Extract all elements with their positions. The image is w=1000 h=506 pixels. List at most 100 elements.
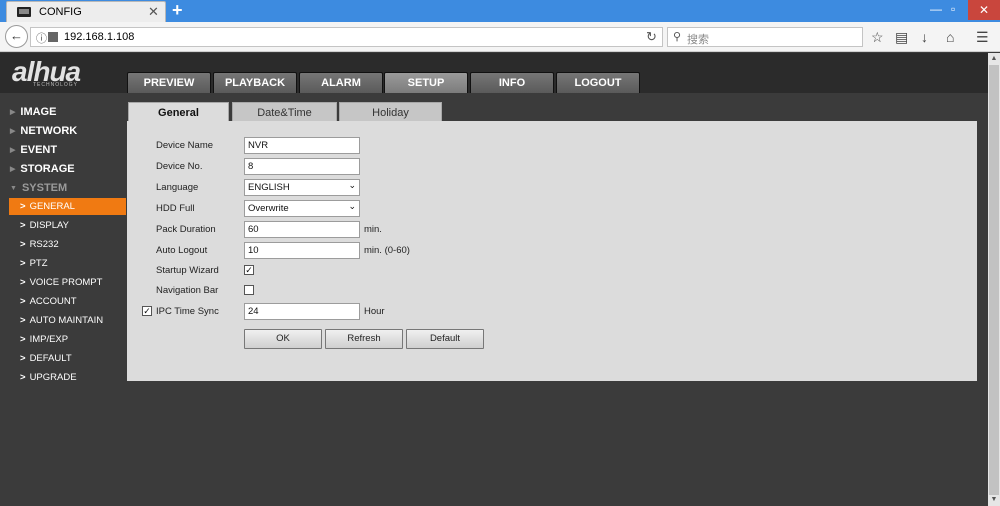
ok-button[interactable]: OK (244, 329, 322, 349)
sidebar-section-system[interactable]: ▼ SYSTEM (10, 182, 67, 198)
menu-tab-info[interactable]: INFO (470, 72, 554, 93)
language-label: Language (156, 182, 199, 193)
auto-logout-input[interactable]: 10 (244, 242, 360, 259)
scroll-up-icon[interactable]: ▲ (988, 53, 1000, 65)
sidebar-section-storage[interactable]: ▶ STORAGE (10, 163, 75, 179)
tab-holiday[interactable]: Holiday (339, 102, 442, 122)
hdd-full-select-value: Overwrite (248, 203, 289, 214)
menu-tab-playback[interactable]: PLAYBACK (213, 72, 297, 93)
menu-tab-preview[interactable]: PREVIEW (127, 72, 211, 93)
hdd-full-label: HDD Full (156, 203, 195, 214)
ipc-time-sync-label: IPC Time Sync (156, 306, 219, 317)
auto-logout-label: Auto Logout (156, 245, 208, 256)
navigation-bar-label: Navigation Bar (156, 285, 219, 296)
sidebar-section-image[interactable]: ▶ IMAGE (10, 106, 56, 122)
device-name-input[interactable]: NVR (244, 137, 360, 154)
chevron-right-icon: > (20, 372, 26, 383)
scroll-thumb[interactable] (989, 65, 999, 495)
general-settings-panel: Device Name NVR Device No. 8 Language EN… (127, 121, 977, 381)
home-icon[interactable]: ⌂ (946, 29, 954, 45)
maximize-icon[interactable]: ▫ (951, 2, 955, 16)
hdd-full-select[interactable]: Overwrite ⌄ (244, 200, 360, 217)
sidebar-section-event[interactable]: ▶ EVENT (10, 144, 57, 160)
camera-favicon-icon (17, 7, 31, 17)
sidebar-item-label: GENERAL (29, 201, 75, 212)
sidebar-item-rs232[interactable]: > RS232 (9, 236, 126, 253)
startup-wizard-label: Startup Wizard (156, 265, 219, 276)
sidebar-item-label: VOICE PROMPT (29, 277, 103, 288)
collapsed-triangle-icon: ▶ (10, 166, 16, 173)
window-close-icon[interactable]: ✕ (968, 0, 1000, 20)
chevron-right-icon: > (20, 201, 26, 212)
sidebar-item-default[interactable]: > DEFAULT (9, 350, 126, 367)
menu-tab-setup[interactable]: SETUP (384, 72, 468, 93)
tab-title: CONFIG (39, 6, 82, 18)
sidebar-section-label: SYSTEM (21, 182, 68, 194)
device-no-label: Device No. (156, 161, 203, 172)
download-icon[interactable]: ↓ (921, 29, 928, 45)
minimize-icon[interactable]: — (930, 2, 942, 16)
page-scrollbar[interactable]: ▲ ▼ (988, 53, 1000, 506)
url-bar[interactable]: ⓘ 192.168.1.108 ↻ (30, 27, 663, 47)
chevron-right-icon: > (20, 353, 26, 364)
collapsed-triangle-icon: ▶ (10, 147, 16, 154)
sidebar-item-auto-maintain[interactable]: > AUTO MAINTAIN (9, 312, 126, 329)
collapsed-triangle-icon: ▶ (10, 128, 16, 135)
info-icon[interactable]: ⓘ (36, 30, 47, 46)
new-tab-icon[interactable]: + (172, 0, 183, 21)
ipc-time-sync-unit: Hour (364, 306, 385, 317)
app-header: alhua TECHNOLOGY PREVIEW PLAYBACK ALARM … (0, 53, 1000, 93)
bookmark-star-icon[interactable]: ☆ (871, 29, 884, 46)
language-select[interactable]: ENGLISH ⌄ (244, 179, 360, 196)
sidebar-item-ptz[interactable]: > PTZ (9, 255, 126, 272)
search-input[interactable]: ⚲ 搜索 (667, 27, 863, 47)
chevron-right-icon: > (20, 315, 26, 326)
pack-duration-unit: min. (364, 224, 382, 235)
close-tab-icon[interactable]: ✕ (148, 4, 159, 20)
page-icon (48, 32, 58, 42)
scroll-down-icon[interactable]: ▼ (988, 494, 1000, 506)
menu-tab-logout[interactable]: LOGOUT (556, 72, 640, 93)
chevron-right-icon: > (20, 334, 26, 345)
sidebar-item-label: PTZ (29, 258, 48, 269)
auto-logout-unit: min. (0-60) (364, 245, 410, 256)
sidebar-item-label: DISPLAY (29, 220, 69, 231)
sidebar-item-general[interactable]: > GENERAL (9, 198, 126, 215)
search-icon: ⚲ (673, 31, 682, 43)
expanded-triangle-icon: ▼ (10, 185, 17, 192)
chevron-right-icon: > (20, 239, 26, 250)
sidebar-item-display[interactable]: > DISPLAY (9, 217, 126, 234)
device-no-input[interactable]: 8 (244, 158, 360, 175)
sidebar-section-label: NETWORK (20, 125, 78, 137)
sidebar-item-voice-prompt[interactable]: > VOICE PROMPT (9, 274, 126, 291)
sidebar-item-label: DEFAULT (29, 353, 72, 364)
pack-duration-input[interactable]: 60 (244, 221, 360, 238)
sidebar-item-label: AUTO MAINTAIN (29, 315, 104, 326)
ipc-time-sync-input[interactable]: 24 (244, 303, 360, 320)
sidebar-section-network[interactable]: ▶ NETWORK (10, 125, 77, 141)
browser-navbar: ← ⓘ 192.168.1.108 ↻ ⚲ 搜索 ☆ ▤ ↓ ⌂ ☰ (0, 22, 1000, 52)
sidebar: ▶ IMAGE ▶ NETWORK ▶ EVENT ▶ STORAGE ▼ SYSTEM … (0, 93, 126, 506)
menu-tab-alarm[interactable]: ALARM (299, 72, 383, 93)
sidebar-item-label: IMP/EXP (29, 334, 69, 345)
sidebar-item-upgrade[interactable]: > UPGRADE (9, 369, 126, 386)
collapsed-triangle-icon: ▶ (10, 109, 16, 116)
back-icon[interactable]: ← (5, 25, 28, 48)
default-button[interactable]: Default (406, 329, 484, 349)
tab-date-time[interactable]: Date&Time (232, 102, 337, 122)
reading-list-icon[interactable]: ▤ (895, 29, 908, 46)
tab-general[interactable]: General (128, 102, 229, 122)
browser-tab[interactable]: CONFIG ✕ (6, 1, 166, 22)
sidebar-section-label: EVENT (20, 144, 58, 156)
navigation-bar-checkbox[interactable] (244, 285, 254, 295)
sidebar-section-label: IMAGE (20, 106, 57, 118)
url-text[interactable]: 192.168.1.108 (64, 31, 134, 43)
startup-wizard-checkbox[interactable]: ✓ (244, 265, 254, 275)
refresh-button[interactable]: Refresh (325, 329, 403, 349)
chevron-right-icon: > (20, 277, 26, 288)
reload-icon[interactable]: ↻ (646, 29, 657, 45)
sidebar-item-imp-exp[interactable]: > IMP/EXP (9, 331, 126, 348)
menu-icon[interactable]: ☰ (976, 29, 989, 46)
sidebar-item-account[interactable]: > ACCOUNT (9, 293, 126, 310)
ipc-time-sync-checkbox[interactable]: ✓ (142, 306, 152, 316)
